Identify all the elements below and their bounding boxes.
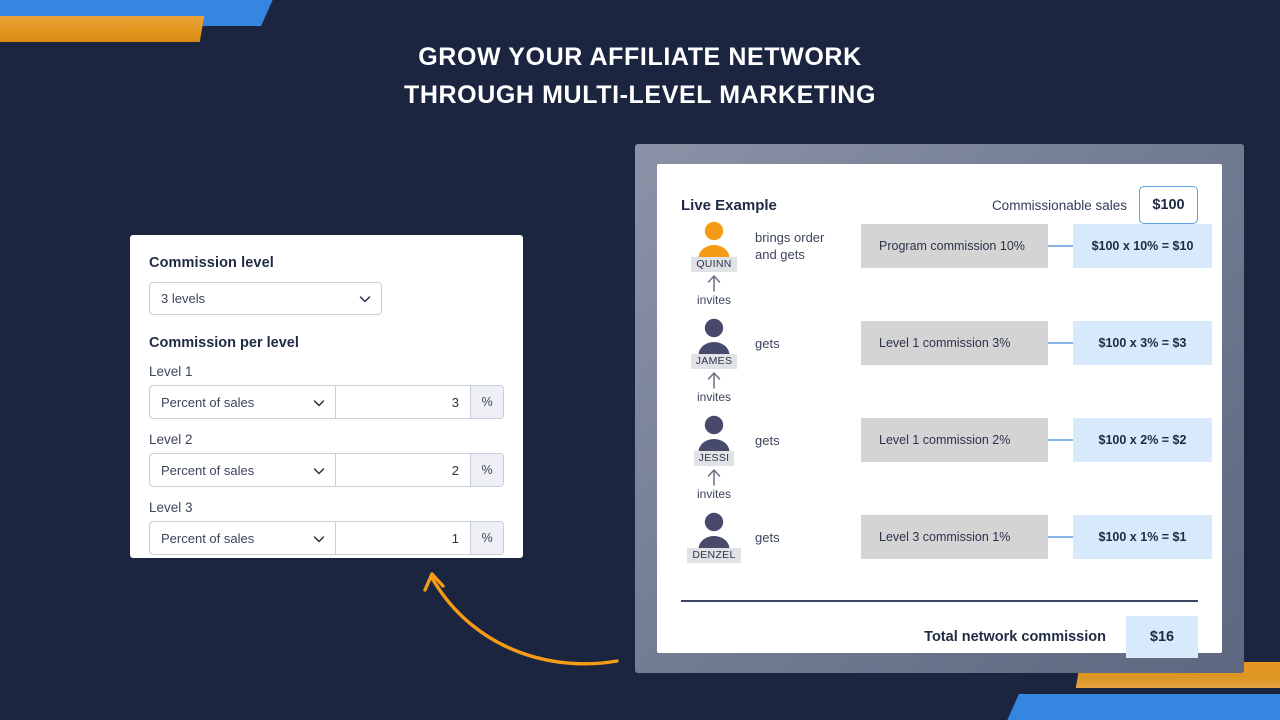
level-3-label: Level 3 (149, 500, 193, 515)
connector-line (1048, 536, 1073, 538)
avatar-quinn: QUINN (681, 220, 747, 272)
invites-label: invites (696, 293, 731, 307)
invites-connector-3: invites (681, 468, 747, 501)
network-row-jessi: JESSI gets Level 1 commission 2% $100 x … (681, 414, 1212, 466)
level-3-percent-suffix: % (471, 521, 504, 555)
chevron-down-icon (313, 397, 325, 408)
result-box-james: $100 x 3% = $3 (1073, 321, 1212, 365)
person-icon (698, 512, 730, 549)
result-box-jessi: $100 x 2% = $2 (1073, 418, 1212, 462)
level-1-value-input[interactable]: 3 (335, 385, 471, 419)
avatar-name-quinn: QUINN (691, 257, 737, 272)
commission-level-select-value: 3 levels (161, 291, 206, 306)
level-2-type-value: Percent of sales (161, 462, 255, 478)
rule-box-jessi: Level 1 commission 2% (861, 418, 1048, 462)
invites-connector-1: invites (681, 274, 747, 307)
level-1-row: Percent of sales 3 % (149, 385, 504, 419)
level-2-type-select[interactable]: Percent of sales (149, 453, 335, 487)
commissionable-sales-label: Commissionable sales (991, 197, 1127, 213)
rule-box-quinn: Program commission 10% (861, 224, 1048, 268)
chevron-down-icon (313, 465, 325, 476)
live-example-title: Live Example (681, 196, 777, 214)
live-example-frame: Live Example Commissionable sales $100 Q… (635, 144, 1244, 673)
commission-level-heading: Commission level (149, 255, 274, 271)
page-title-line-2: Through multi-level marketing (403, 81, 876, 109)
network-row-denzel: DENZEL gets Level 3 commission 1% $100 x… (681, 511, 1212, 563)
level-1-percent-suffix: % (471, 385, 504, 419)
invites-connector-2: invites (681, 371, 747, 404)
row-chain-jessi: Level 1 commission 2% $100 x 2% = $2 (861, 418, 1212, 462)
level-3-type-value: Percent of sales (161, 530, 255, 546)
level-1-label: Level 1 (149, 364, 193, 379)
person-icon (698, 221, 730, 258)
person-icon (698, 318, 730, 355)
level-2-label: Level 2 (149, 432, 193, 447)
row-verb-quinn: brings order and gets (755, 230, 825, 262)
invites-label: invites (696, 390, 731, 404)
level-2-row: Percent of sales 2 % (149, 453, 504, 487)
row-verb-james: gets (755, 335, 780, 351)
avatar-name-james: JAMES (690, 354, 738, 369)
level-1-type-select[interactable]: Percent of sales (149, 385, 335, 419)
decor-ribbon-blue-bottom-right (1001, 694, 1280, 720)
commissionable-sales-input[interactable]: $100 (1139, 186, 1198, 224)
row-chain-quinn: Program commission 10% $100 x 10% = $10 (861, 224, 1212, 268)
avatar-james: JAMES (681, 317, 747, 369)
rule-box-denzel: Level 3 commission 1% (861, 515, 1048, 559)
total-network-commission-value: $16 (1126, 616, 1198, 658)
row-verb-jessi: gets (755, 432, 780, 448)
level-2-percent-suffix: % (471, 453, 504, 487)
avatar-denzel: DENZEL (681, 511, 747, 563)
result-box-denzel: $100 x 1% = $1 (1073, 515, 1212, 559)
rule-box-james: Level 1 commission 3% (861, 321, 1048, 365)
invites-label: invites (696, 487, 731, 501)
network-row-james: JAMES gets Level 1 commission 3% $100 x … (681, 317, 1212, 369)
level-3-type-select[interactable]: Percent of sales (149, 521, 335, 555)
curved-arrow-icon (423, 572, 619, 666)
connector-line (1048, 245, 1073, 247)
network-row-quinn: QUINN brings order and gets Program comm… (681, 220, 1212, 272)
result-box-quinn: $100 x 10% = $10 (1073, 224, 1212, 268)
live-example-header: Live Example Commissionable sales $100 (681, 186, 1198, 224)
arrow-up-icon (707, 275, 721, 292)
level-1-type-value: Percent of sales (161, 394, 255, 410)
page-title: Grow your affiliate network Through mult… (0, 38, 1280, 114)
live-example-card: Live Example Commissionable sales $100 Q… (657, 164, 1222, 658)
total-divider (681, 600, 1198, 602)
row-chain-james: Level 1 commission 3% $100 x 3% = $3 (861, 321, 1212, 365)
level-3-row: Percent of sales 1 % (149, 521, 504, 555)
commission-settings-card: Commission level 3 levels Commission per… (130, 235, 523, 558)
commissionable-sales-group: Commissionable sales $100 (992, 186, 1198, 224)
arrow-up-icon (707, 469, 721, 486)
page-title-line-1: Grow your affiliate network (418, 43, 862, 71)
person-icon (698, 415, 730, 452)
avatar-name-jessi: JESSI (693, 451, 735, 466)
total-network-commission-label: Total network commission (924, 629, 1106, 645)
avatar-name-denzel: DENZEL (687, 548, 741, 563)
level-3-value-input[interactable]: 1 (335, 521, 471, 555)
total-network-commission-row: Total network commission $16 (681, 616, 1198, 658)
chevron-down-icon (359, 293, 371, 304)
commission-per-level-heading: Commission per level (149, 335, 299, 351)
row-chain-denzel: Level 3 commission 1% $100 x 1% = $1 (861, 515, 1212, 559)
slide-canvas: Grow your affiliate network Through mult… (0, 0, 1280, 720)
chevron-down-icon (313, 533, 325, 544)
row-verb-denzel: gets (755, 529, 780, 545)
connector-line (1048, 342, 1073, 344)
level-2-value-input[interactable]: 2 (335, 453, 471, 487)
connector-line (1048, 439, 1073, 441)
commission-level-select[interactable]: 3 levels (149, 282, 382, 315)
avatar-jessi: JESSI (681, 414, 747, 466)
arrow-up-icon (707, 372, 721, 389)
